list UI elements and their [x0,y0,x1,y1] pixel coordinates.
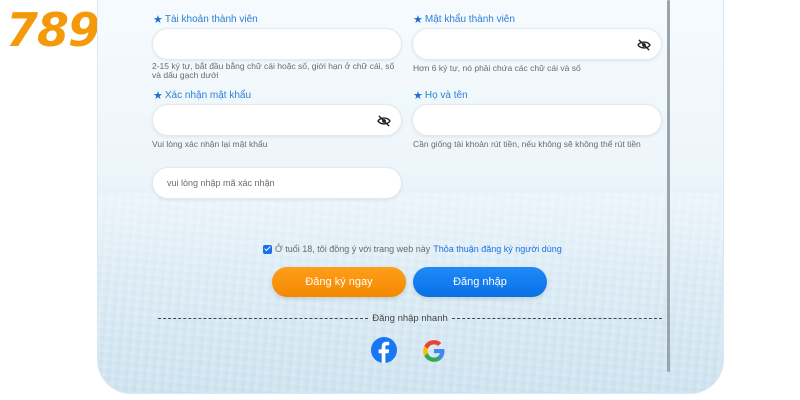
divider-line-right [451,317,663,319]
agreement-checkbox[interactable] [263,244,272,254]
account-hint: 2-15 ký tự, bắt đầu bằng chữ cái hoặc số… [152,61,395,80]
register-button[interactable]: Đăng ký ngay [272,267,406,297]
divider-line-left [158,317,369,319]
account-label-text: Tài khoản thành viên [164,14,258,25]
password-input[interactable] [412,28,662,60]
full-name-hint: Cần giống tài khoản rút tiền, nếu không … [413,139,641,149]
confirm-password-label: ★ Xác nhận mật khẩu [153,90,251,101]
full-name-label: ★ Họ và tên [413,90,468,101]
account-label: ★ Tài khoản thành viên [153,14,258,25]
facebook-icon[interactable] [371,337,397,363]
required-star-icon: ★ [413,89,423,102]
account-input[interactable] [152,28,402,60]
agreement-link[interactable]: Thỏa thuận đăng ký người dùng [433,244,562,254]
confirm-password-label-text: Xác nhận mật khẩu [164,90,252,101]
scrollbar[interactable] [667,0,670,372]
captcha-placeholder: vui lòng nhập mã xác nhận [167,178,275,188]
google-icon[interactable] [421,338,447,364]
login-button-label: Đăng nhập [453,276,507,288]
required-star-icon: ★ [413,13,423,26]
quick-login-divider: Đăng nhập nhanh [158,312,663,324]
panel-background-wave [98,193,723,393]
password-label: ★ Mật khẩu thành viên [413,14,515,25]
eye-slash-icon[interactable] [637,39,651,51]
full-name-label-text: Họ và tên [424,90,468,101]
login-button[interactable]: Đăng nhập [413,267,547,297]
register-button-label: Đăng ký ngay [305,276,373,288]
agreement-row: Ở tuổi 18, tôi đồng ý với trang web này … [263,244,562,254]
confirm-password-hint: Vui lòng xác nhận lại mật khẩu [152,139,268,149]
eye-slash-icon[interactable] [377,115,391,127]
quick-login-label: Đăng nhập nhanh [372,312,448,324]
captcha-input[interactable]: vui lòng nhập mã xác nhận [152,167,402,199]
password-hint: Hơn 6 ký tự, nó phải chứa các chữ cái và… [413,63,581,73]
agreement-text: Ở tuổi 18, tôi đồng ý với trang web này [275,244,431,254]
required-star-icon: ★ [153,13,163,26]
password-label-text: Mật khẩu thành viên [424,14,515,25]
required-star-icon: ★ [153,89,163,102]
full-name-input[interactable] [412,104,662,136]
confirm-password-input[interactable] [152,104,402,136]
